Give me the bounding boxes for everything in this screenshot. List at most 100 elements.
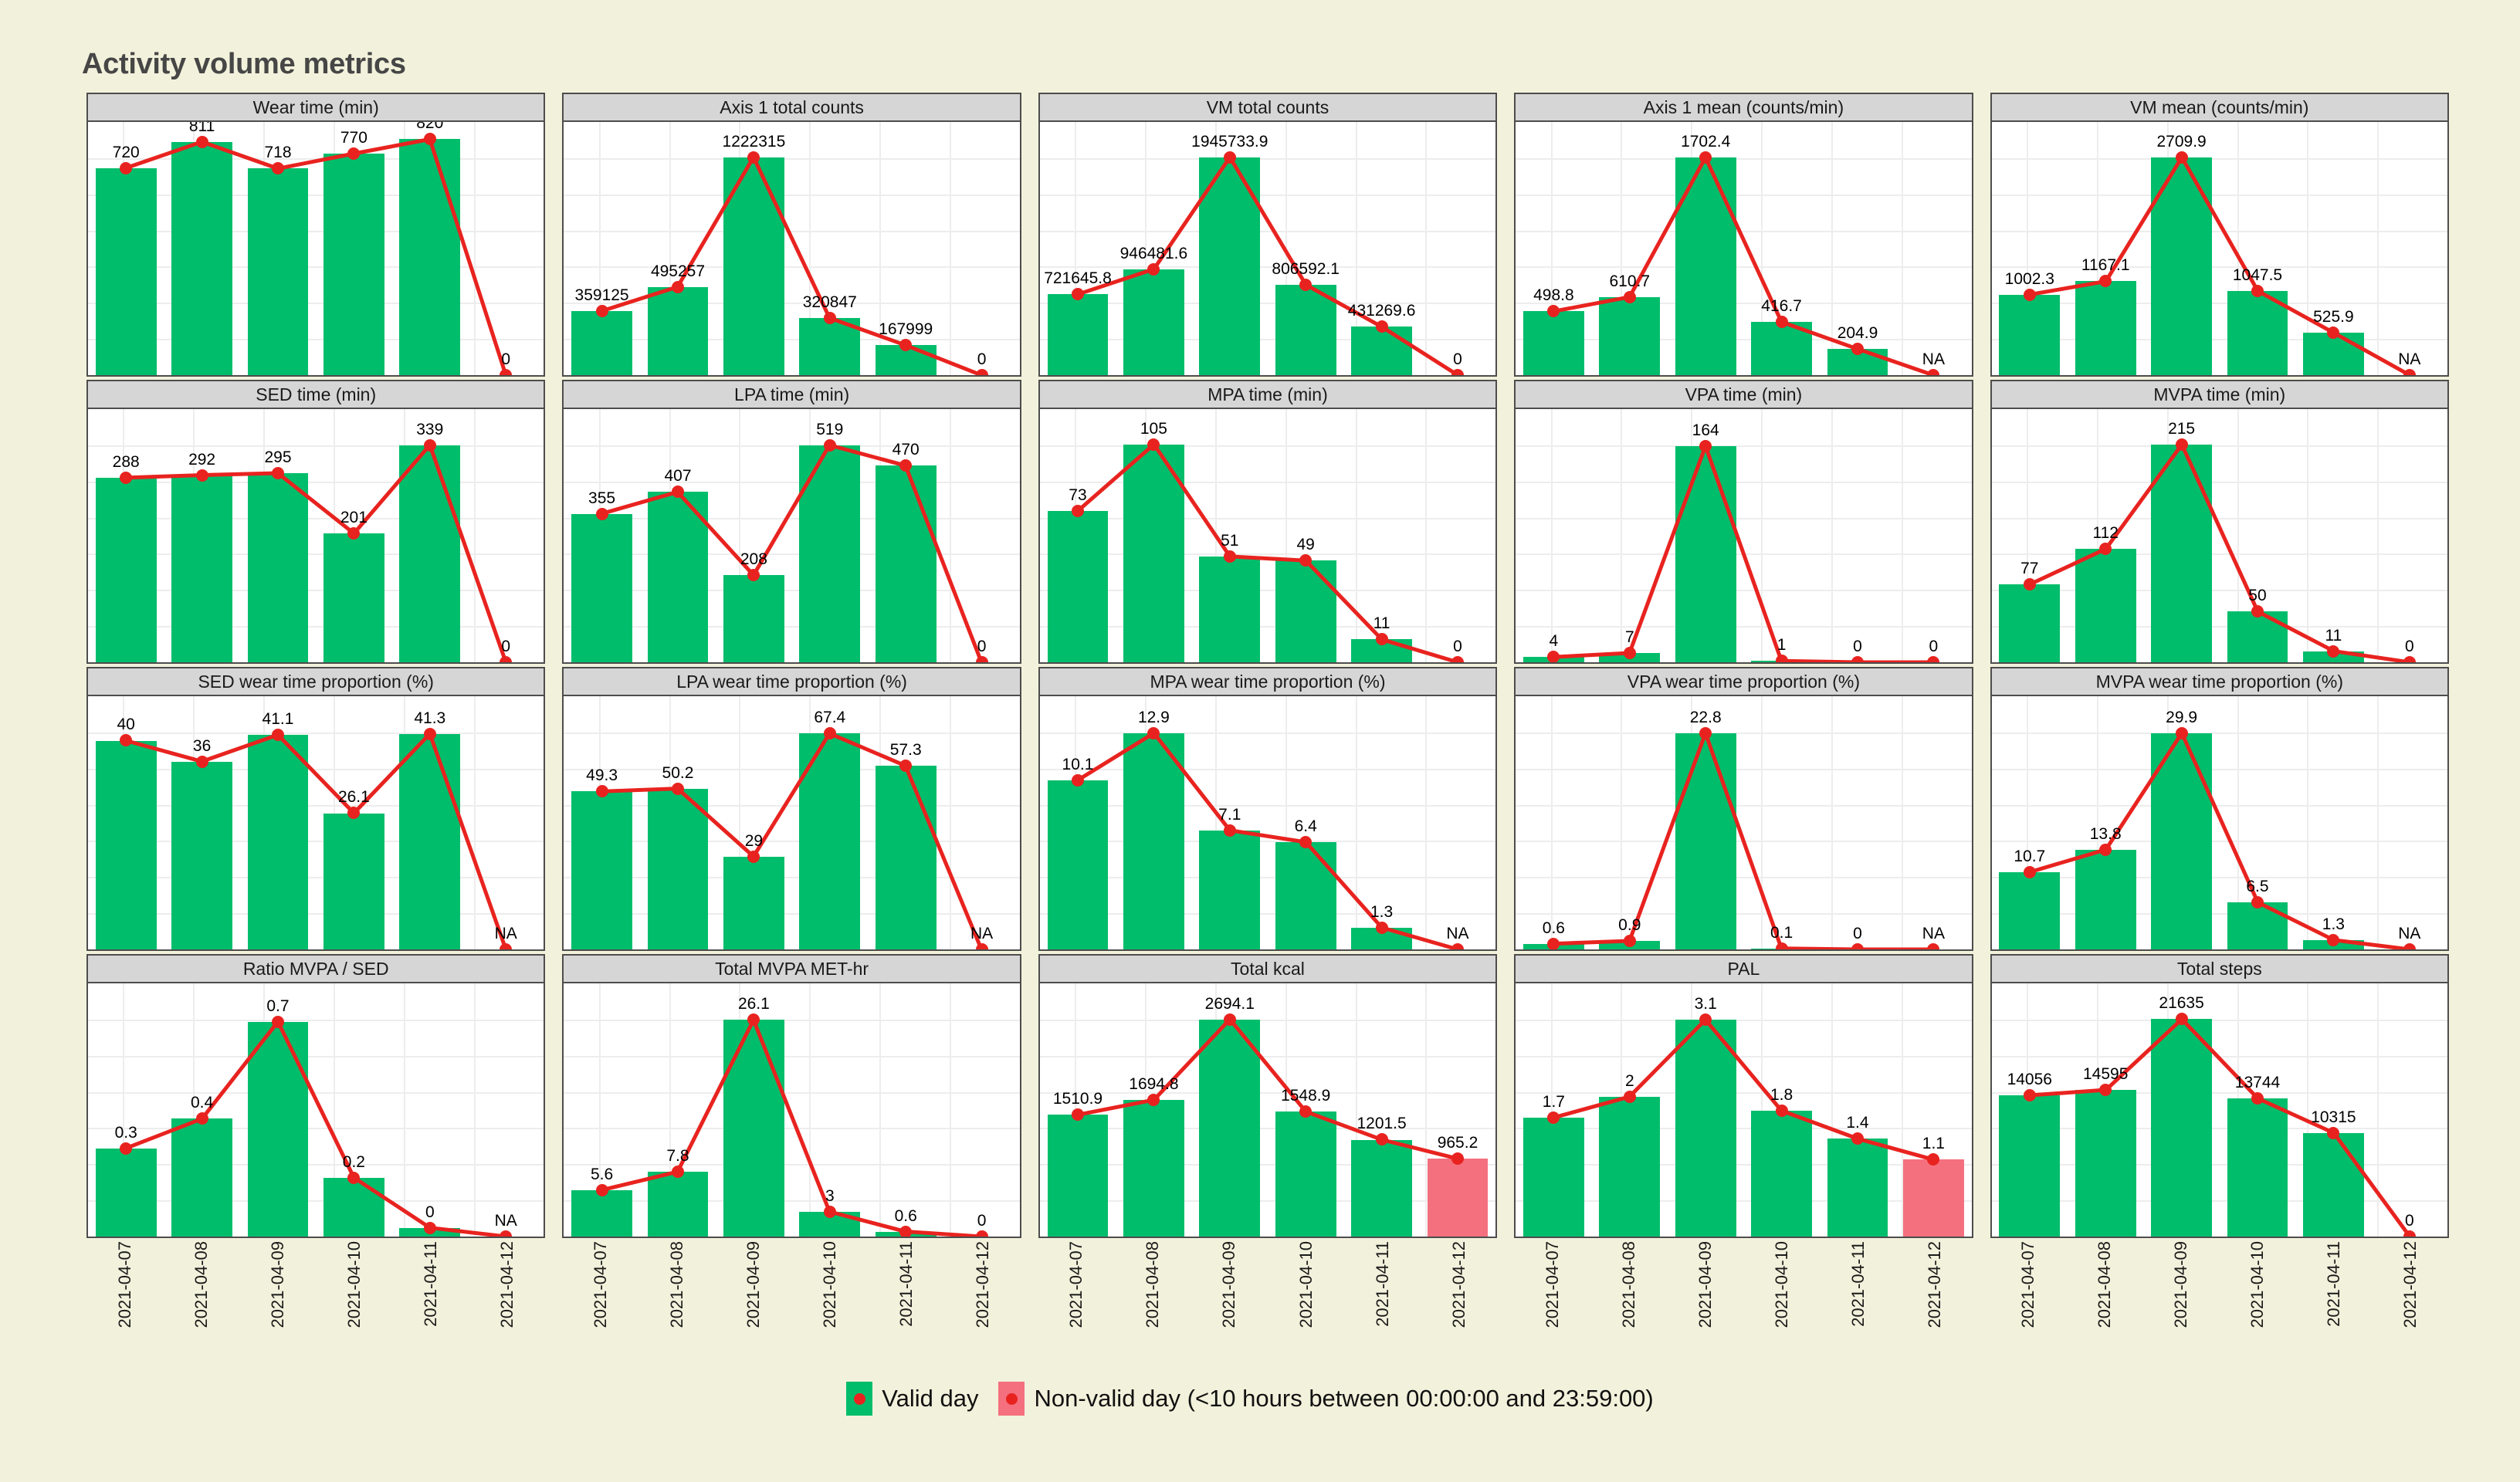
value-label: 359125 [574,286,629,305]
value-label: 0 [501,638,511,655]
panel-title: VPA wear time proportion (%) [1514,667,1973,696]
metric-panel: PAL 1.7 2 3.1 1.8 1.4 1.1 [1514,954,1973,1238]
x-axis-group: 2021-04-07 2021-04-08 2021-04-09 2021-04-10… [562,1241,1021,1388]
metric-panel: Axis 1 total counts 359125 495257 1222315 32… [562,93,1021,377]
panel-plot-area: 10.1 12.9 7.1 6.4 1.3 NA [1038,696,1498,951]
data-point [1623,290,1636,303]
value-label: 470 [892,441,920,459]
value-label: 7 [1624,628,1634,647]
data-point [595,1183,608,1196]
bars-layer: 355 407 208 519 470 0 [564,409,1019,662]
trend-line [1992,696,2447,949]
value-label: 292 [188,450,216,469]
data-point [500,369,513,375]
panel-title: Total steps [1990,954,2449,983]
data-point [120,161,133,174]
trend-line [1992,983,2447,1237]
value-label: 11 [1373,614,1390,633]
value-label: NA [494,1212,517,1230]
legend-label-valid: Valid day [882,1385,979,1412]
data-point [2327,645,2340,658]
value-label: 215 [2168,419,2196,438]
panel-title: PAL [1514,954,1973,983]
value-label: 10.1 [1062,755,1094,773]
value-label: 1.7 [1542,1092,1565,1111]
panel-title: Wear time (min) [86,93,546,122]
value-label: NA [1922,350,1945,368]
x-axis-tick-label: 2021-04-10 [820,1241,840,1328]
metric-panel: Wear time (min) 720 811 718 770 820 0 [86,93,546,377]
data-point [975,656,988,662]
panel-plot-area: 498.8 610.7 1702.4 416.7 204.9 NA [1514,122,1973,377]
trend-line [88,696,544,949]
data-point [271,467,284,480]
metric-panel: Total kcal 1510.9 1694.8 2694.1 1548.9 1201.5… [1038,954,1498,1238]
panel-plot-area: 73 105 51 49 11 0 [1038,409,1498,664]
value-label: 1002.3 [2004,269,2054,288]
x-axis-tick-label: 2021-04-08 [666,1241,686,1328]
value-label: 14595 [2082,1065,2129,1084]
value-label: 2 [1624,1071,1634,1090]
data-point [671,280,684,293]
trend-line [88,409,544,662]
bars-layer: 40 36 41.1 26.1 41.3 NA [88,696,544,949]
value-label: 0 [1853,638,1862,655]
panel-title: MVPA time (min) [1990,380,2449,409]
legend-point-icon [853,1392,865,1405]
data-point [899,1225,913,1237]
value-label: 77 [2020,559,2039,577]
legend-item-valid: Valid day [846,1382,998,1416]
panel-title: MPA time (min) [1038,380,1498,409]
value-label: 1222315 [722,132,786,151]
value-label: 0 [501,350,511,368]
value-label: 1548.9 [1281,1087,1331,1105]
value-label: NA [970,925,994,942]
value-label: 431269.6 [1347,302,1416,320]
x-axis-tick-label: 2021-04-09 [743,1241,764,1328]
panel-plot-area: 1510.9 1694.8 2694.1 1548.9 1201.5 965.2 [1038,983,1498,1238]
trend-line [1516,983,1971,1237]
data-point [671,1166,684,1179]
trend-line [88,983,544,1237]
panel-title: SED wear time proportion (%) [86,667,546,696]
data-point [423,438,436,452]
x-axis-tick-label: 2021-04-10 [1296,1241,1316,1328]
value-label: 946481.6 [1119,244,1188,262]
value-label: 1167.1 [2081,256,2130,275]
trend-line [1516,409,1971,662]
value-label: 525.9 [2313,308,2354,327]
trend-line [564,409,1019,662]
value-label: 40 [117,716,135,734]
metric-panel: LPA wear time proportion (%) 49.3 50.2 29 67… [562,667,1021,951]
panel-plot-area: 1002.3 1167.1 2709.9 1047.5 525.9 NA [1990,122,2449,377]
bars-layer: 10.1 12.9 7.1 6.4 1.3 NA [1040,696,1495,949]
panel-plot-area: 720 811 718 770 820 0 [86,122,546,377]
data-point [823,727,836,740]
panel-plot-area: 0.3 0.4 0.7 0.2 0 NA [86,983,546,1238]
value-label: 720 [112,143,140,161]
x-axis-tick-label: 2021-04-07 [1542,1241,1562,1328]
value-label: 67.4 [814,709,846,727]
panel-title: VM total counts [1038,93,1498,122]
bars-layer: 49.3 50.2 29 67.4 57.3 NA [564,696,1019,949]
x-axis-tick-label: 2021-04-12 [1448,1241,1468,1328]
metric-panel: SED wear time proportion (%) 40 36 41.1 26.1… [86,667,546,951]
data-point [1223,1013,1236,1026]
data-point [747,151,760,164]
bars-layer: 4 7 164 1 0 0 [1516,409,1971,662]
value-label: 770 [340,129,368,147]
value-label: 12.9 [1137,708,1170,726]
value-label: 73 [1069,486,1087,504]
data-point [975,369,988,375]
trend-line [1040,122,1495,375]
bars-layer: 0.3 0.4 0.7 0.2 0 NA [88,983,544,1237]
x-axis-tick-label: 2021-04-10 [1771,1241,1791,1328]
value-label: NA [494,925,517,942]
data-point [2023,1089,2036,1102]
trend-line [1040,696,1495,949]
legend-label-invalid: Non-valid day (<10 hours between 00:00:0… [1034,1385,1654,1412]
value-label: 0 [1453,350,1462,368]
bars-layer: 720 811 718 770 820 0 [88,122,544,375]
metric-panel: Ratio MVPA / SED 0.3 0.4 0.7 0.2 0 NA [86,954,546,1238]
value-label: 1702.4 [1681,132,1731,151]
